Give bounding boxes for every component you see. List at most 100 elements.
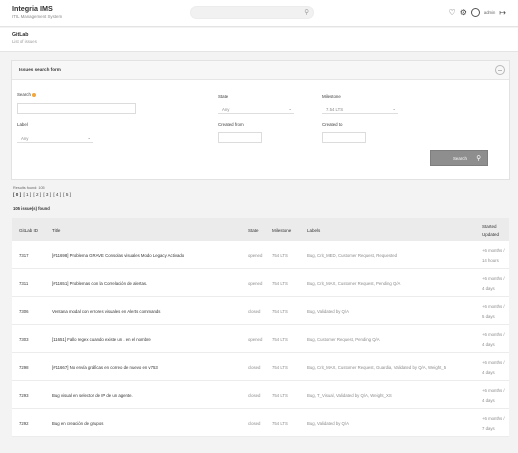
issue-state: closed bbox=[248, 393, 261, 398]
search-button[interactable]: Search ⚲ bbox=[430, 150, 488, 166]
table-header: GitLab ID Title State Milestone Labels S… bbox=[12, 218, 509, 241]
issue-id: 7293 bbox=[19, 393, 29, 398]
bell-icon[interactable]: ♡ bbox=[449, 8, 456, 17]
issue-started: +6 months / bbox=[482, 248, 505, 253]
page-link[interactable]: [ 5 ] bbox=[63, 192, 71, 197]
page-link[interactable]: [ 0 ] bbox=[13, 192, 21, 197]
created-from-label: Created from bbox=[218, 122, 244, 127]
issue-state: closed bbox=[248, 365, 261, 370]
issue-updated: 14 hours bbox=[482, 258, 499, 263]
issue-state: opened bbox=[248, 281, 263, 286]
issue-started: +6 months / bbox=[482, 304, 505, 309]
issue-labels: Bug, Validated by Q/A bbox=[307, 309, 349, 314]
state-select[interactable]: Any ⌄ bbox=[218, 104, 294, 114]
col-title[interactable]: Title bbox=[52, 228, 60, 233]
table-row[interactable]: 7298 [#11667] No envía gráficas en corre… bbox=[12, 354, 509, 381]
issue-labels: Bug, Crit_MED, Customer Request, Request… bbox=[307, 253, 398, 258]
page-link[interactable]: [ 1 ] bbox=[23, 192, 31, 197]
issue-title[interactable]: Bug visual en selector de IP de un agent… bbox=[52, 393, 133, 398]
issue-updated: 4 days bbox=[482, 370, 495, 375]
issue-id: 7317 bbox=[19, 253, 29, 258]
issue-state: opened bbox=[248, 253, 263, 258]
page-subtitle: List of issues bbox=[12, 39, 37, 44]
issue-milestone: 754 LTS bbox=[272, 365, 288, 370]
table-row[interactable]: 7317 [#11698] Problema GRAVE Consolas vi… bbox=[12, 242, 509, 269]
search-icon: ⚲ bbox=[304, 9, 309, 16]
issue-milestone: 754 LTS bbox=[272, 393, 288, 398]
table-row[interactable]: 7292 Bug en creación de grupos closed 75… bbox=[12, 410, 509, 437]
issue-title[interactable]: Bug en creación de grupos bbox=[52, 421, 103, 426]
issue-title[interactable]: [#11667] No envía gráficas en correo de … bbox=[52, 365, 158, 370]
top-icons: ♡ ⚙ admin ↦ bbox=[449, 6, 506, 19]
issue-title[interactable]: [#11698] Problema GRAVE Consolas visuale… bbox=[52, 253, 184, 258]
search-label: Search bbox=[17, 92, 36, 97]
issue-state: closed bbox=[248, 309, 261, 314]
issue-title[interactable]: Ventana modal con errores visuales en Al… bbox=[52, 309, 160, 314]
milestone-select[interactable]: 7.54 LTS ⌄ bbox=[322, 104, 398, 114]
app-title: Integria IMS bbox=[12, 4, 53, 13]
label-select[interactable]: Any ⌄ bbox=[17, 133, 93, 143]
issue-updated: 4 days bbox=[482, 342, 495, 347]
form-heading: Issues search form bbox=[19, 67, 61, 72]
issues-search-form: Issues search form Search State Any ⌄ Mil… bbox=[11, 60, 510, 180]
issue-state: opened bbox=[248, 337, 263, 342]
created-from-input[interactable] bbox=[218, 132, 262, 143]
avatar[interactable] bbox=[470, 8, 480, 17]
issue-started: +6 months / bbox=[482, 276, 505, 281]
milestone-label: Milestone bbox=[322, 94, 341, 99]
logout-icon[interactable]: ↦ bbox=[499, 8, 506, 17]
table-row[interactable]: 7303 [11651] Fallo regex cuando existe u… bbox=[12, 326, 509, 353]
issue-labels: Bug, T_Visual, Validated by Q/A, Weight_… bbox=[307, 393, 392, 398]
gear-icon[interactable]: ⚙ bbox=[460, 8, 467, 17]
issue-id: 7311 bbox=[19, 281, 29, 286]
issue-id: 7292 bbox=[19, 421, 29, 426]
search-icon: ⚲ bbox=[476, 155, 481, 162]
page-link[interactable]: [ 3 ] bbox=[43, 192, 51, 197]
user-name[interactable]: admin bbox=[484, 10, 495, 15]
search-field[interactable] bbox=[17, 103, 136, 114]
results-found: Results found: 105 bbox=[13, 186, 45, 190]
table-row[interactable]: 7311 [#11651] Problemas con la Correlaci… bbox=[12, 270, 509, 297]
state-label: State bbox=[218, 94, 229, 99]
col-labels[interactable]: Labels bbox=[307, 228, 320, 233]
help-icon[interactable] bbox=[31, 92, 36, 97]
chevron-down-icon: ⌄ bbox=[392, 106, 396, 111]
issue-milestone: 754 LTS bbox=[272, 253, 288, 258]
issue-title[interactable]: [#11651] Problemas con la Correlación de… bbox=[52, 281, 147, 286]
collapse-icon[interactable] bbox=[495, 65, 505, 75]
page-link[interactable]: [ 4 ] bbox=[53, 192, 61, 197]
label-label: Label bbox=[17, 122, 28, 127]
brand[interactable]: Integria IMS ITIL Management System bbox=[12, 4, 62, 20]
col-started[interactable]: Started bbox=[482, 224, 497, 229]
issue-milestone: 754 LTS bbox=[272, 337, 288, 342]
col-updated[interactable]: Updated bbox=[482, 232, 499, 237]
pagination: [ 0 ] [ 1 ] [ 2 ] [ 3 ] [ 4 ] [ 5 ] bbox=[13, 192, 72, 197]
top-bar: Integria IMS ITIL Management System ⚲ ♡ … bbox=[0, 0, 518, 27]
chevron-down-icon: ⌄ bbox=[87, 135, 91, 140]
table-row[interactable]: 7306 Ventana modal con errores visuales … bbox=[12, 298, 509, 325]
issue-updated: 7 days bbox=[482, 426, 495, 431]
created-to-label: Created to bbox=[322, 122, 343, 127]
col-state[interactable]: State bbox=[248, 228, 259, 233]
page-header: GitLab List of issues bbox=[0, 28, 518, 52]
col-milestone[interactable]: Milestone bbox=[272, 228, 291, 233]
issue-updated: 4 days bbox=[482, 286, 495, 291]
issue-id: 7306 bbox=[19, 309, 29, 314]
issues-table: GitLab ID Title State Milestone Labels S… bbox=[12, 218, 509, 437]
app-subtitle: ITIL Management System bbox=[12, 14, 63, 19]
issue-started: +6 months / bbox=[482, 416, 505, 421]
issue-title[interactable]: [11651] Fallo regex cuando existe un . e… bbox=[52, 337, 151, 342]
global-search-input[interactable]: ⚲ bbox=[190, 6, 314, 19]
chevron-down-icon: ⌄ bbox=[288, 106, 292, 111]
col-gitlab-id[interactable]: GitLab ID bbox=[19, 228, 38, 233]
issue-id: 7303 bbox=[19, 337, 29, 342]
form-header[interactable]: Issues search form bbox=[12, 61, 509, 80]
page-link[interactable]: [ 2 ] bbox=[33, 192, 41, 197]
issue-labels: Bug, Validated by Q/A bbox=[307, 421, 349, 426]
issue-updated: 4 days bbox=[482, 398, 495, 403]
created-to-input[interactable] bbox=[322, 132, 366, 143]
issue-labels: Bug, Crit_MAX, Customer Request, Guardia… bbox=[307, 365, 447, 370]
issue-milestone: 754 LTS bbox=[272, 421, 288, 426]
page-title: GitLab bbox=[12, 32, 29, 38]
table-row[interactable]: 7293 Bug visual en selector de IP de un … bbox=[12, 382, 509, 409]
